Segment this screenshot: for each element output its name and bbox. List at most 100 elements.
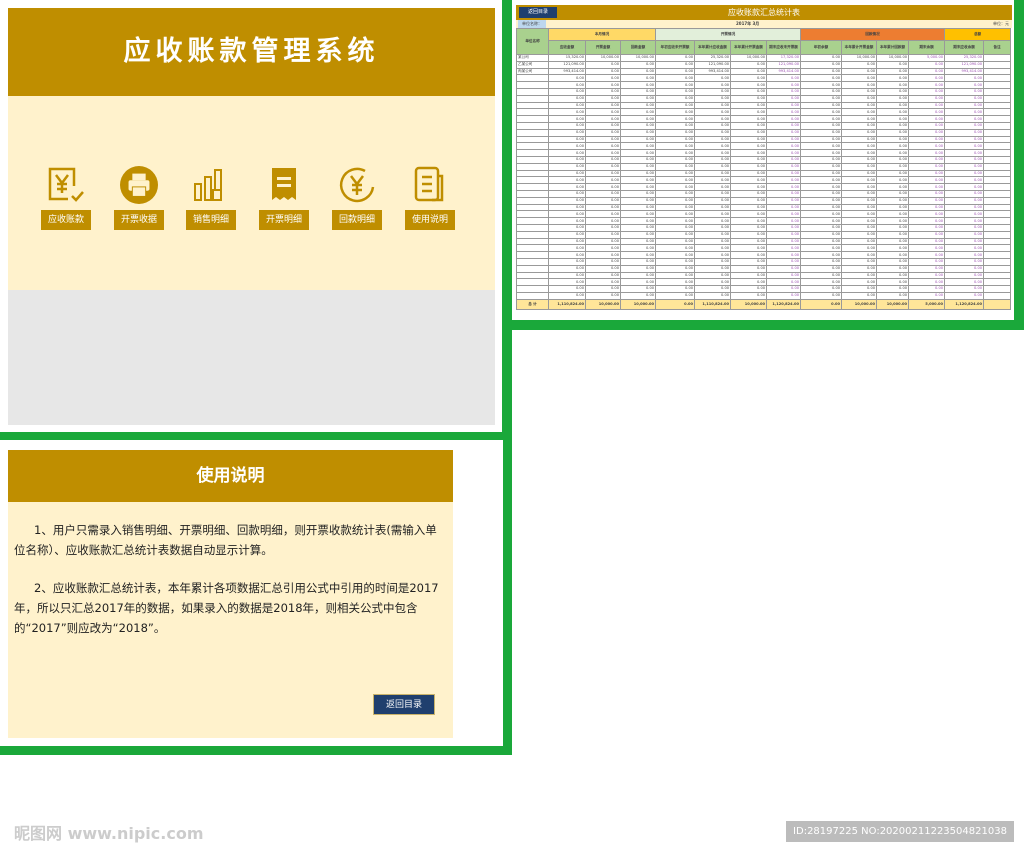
table-cell[interactable]: 0.00 (766, 217, 802, 225)
table-cell[interactable]: 10,000.00 (841, 54, 878, 62)
table-cell[interactable]: 0.00 (876, 244, 910, 253)
table-cell[interactable]: 0.00 (730, 101, 768, 110)
table-cell[interactable]: 10,000.00 (730, 298, 768, 310)
table-cell[interactable]: 0.00 (730, 196, 768, 205)
table-cell[interactable]: 0.00 (944, 203, 985, 212)
table-cell[interactable]: 0.00 (800, 60, 843, 69)
table-cell[interactable]: 10,000.00 (841, 298, 878, 310)
table-cell[interactable] (983, 101, 1012, 110)
table-cell[interactable]: 0.00 (619, 230, 657, 239)
table-cell[interactable]: 0.00 (585, 94, 621, 103)
table-cell[interactable] (983, 244, 1012, 253)
table-cell[interactable]: 0.00 (800, 223, 843, 232)
table-cell[interactable]: 0.00 (619, 128, 657, 137)
table-cell[interactable]: 0.00 (908, 81, 946, 89)
table-cell[interactable]: 0.00 (655, 121, 696, 130)
table-cell[interactable]: 0.00 (908, 210, 946, 219)
table-cell[interactable]: 0.00 (876, 230, 910, 239)
table-cell[interactable]: 0.00 (694, 244, 732, 253)
table-cell[interactable]: 0.00 (655, 298, 696, 310)
table-cell[interactable]: 0.00 (800, 81, 843, 89)
table-cell[interactable]: 0.00 (766, 162, 802, 171)
table-cell[interactable]: 0.00 (876, 74, 910, 83)
table-cell[interactable]: 10,000.00 (585, 298, 621, 310)
table-cell[interactable]: 0.00 (908, 223, 946, 232)
table-cell[interactable]: 0.00 (655, 223, 696, 232)
table-cell[interactable]: 0.00 (876, 149, 910, 157)
table-cell[interactable]: 0.00 (766, 115, 802, 123)
table-cell[interactable]: 0.00 (585, 285, 621, 293)
table-cell[interactable]: 0.00 (730, 217, 768, 225)
table-cell[interactable]: 0.00 (655, 257, 696, 266)
table-cell[interactable] (516, 264, 549, 273)
table-cell[interactable]: 0.00 (619, 74, 657, 83)
table-cell[interactable]: 0.00 (908, 176, 946, 185)
table-cell[interactable]: 0.00 (800, 108, 843, 117)
table-cell[interactable]: 0.00 (694, 271, 732, 280)
table-cell[interactable]: 0.00 (766, 155, 802, 164)
table-cell[interactable] (516, 87, 549, 96)
table-cell[interactable]: 0.00 (694, 278, 732, 287)
table-cell[interactable]: 0.00 (841, 135, 878, 144)
table-cell[interactable]: 0.00 (766, 169, 802, 178)
table-cell[interactable]: 0.00 (841, 203, 878, 212)
menu-tile-2[interactable]: 开票收据 (109, 166, 169, 230)
table-cell[interactable]: 0.00 (800, 67, 843, 76)
table-cell[interactable]: 0.00 (876, 128, 910, 137)
table-cell[interactable]: 0.00 (876, 203, 910, 212)
table-cell[interactable]: 0.00 (585, 230, 621, 239)
table-cell[interactable]: 0.00 (766, 230, 802, 239)
table-cell[interactable]: 0.00 (944, 101, 985, 110)
table-cell[interactable]: 0.00 (548, 176, 586, 185)
table-cell[interactable] (516, 183, 549, 191)
table-cell[interactable] (516, 203, 549, 212)
table-cell[interactable]: 0.00 (694, 210, 732, 219)
table-cell[interactable]: 0.00 (619, 203, 657, 212)
table-cell[interactable]: 0.00 (766, 257, 802, 266)
table-cell[interactable]: 10,000.00 (619, 298, 657, 310)
table-cell[interactable]: 0.00 (766, 203, 802, 212)
menu-tile-6[interactable]: 使用说明 (400, 166, 460, 230)
table-cell[interactable]: 0.00 (585, 74, 621, 83)
table-cell[interactable]: 0.00 (585, 176, 621, 185)
table-cell[interactable]: 0.00 (876, 135, 910, 144)
table-cell[interactable] (983, 149, 1012, 157)
table-cell[interactable] (516, 210, 549, 219)
table-cell[interactable]: 0.00 (908, 244, 946, 253)
table-cell[interactable]: 0.00 (548, 257, 586, 266)
table-cell[interactable]: 0.00 (876, 251, 910, 259)
table-cell[interactable]: 0.00 (548, 74, 586, 83)
table-cell[interactable]: 10,000.00 (585, 54, 621, 62)
table-cell[interactable]: 0.00 (694, 230, 732, 239)
table-cell[interactable]: 0.00 (800, 94, 843, 103)
table-cell[interactable]: 0.00 (619, 67, 657, 76)
table-cell[interactable]: 0.00 (944, 223, 985, 232)
table-cell[interactable] (983, 237, 1012, 246)
table-cell[interactable] (983, 210, 1012, 219)
table-cell[interactable]: 0.00 (619, 81, 657, 89)
table-cell[interactable]: 0.00 (841, 217, 878, 225)
table-cell[interactable] (516, 169, 549, 178)
table-cell[interactable]: 0.00 (944, 264, 985, 273)
table-cell[interactable] (983, 128, 1012, 137)
table-cell[interactable]: 0.00 (548, 169, 586, 178)
table-cell[interactable]: 0.00 (800, 237, 843, 246)
table-cell[interactable]: 0.00 (876, 94, 910, 103)
table-cell[interactable]: 0.00 (655, 237, 696, 246)
table-cell[interactable] (516, 223, 549, 232)
table-cell[interactable]: 0.00 (694, 162, 732, 171)
table-cell[interactable]: 993,414.00 (944, 67, 985, 76)
table-cell[interactable]: 0.00 (730, 210, 768, 219)
table-cell[interactable] (516, 291, 549, 300)
table-cell[interactable]: 0.00 (841, 244, 878, 253)
table-cell[interactable]: 0.00 (944, 81, 985, 89)
table-cell[interactable]: 0.00 (694, 264, 732, 273)
table-cell[interactable]: 0.00 (585, 223, 621, 232)
table-cell[interactable] (516, 278, 549, 287)
table-cell[interactable]: 0.00 (585, 60, 621, 69)
table-cell[interactable] (516, 108, 549, 117)
table-cell[interactable]: 0.00 (944, 142, 985, 151)
table-cell[interactable]: 0.00 (800, 149, 843, 157)
table-cell[interactable]: 0.00 (730, 121, 768, 130)
table-cell[interactable]: 0.00 (655, 169, 696, 178)
